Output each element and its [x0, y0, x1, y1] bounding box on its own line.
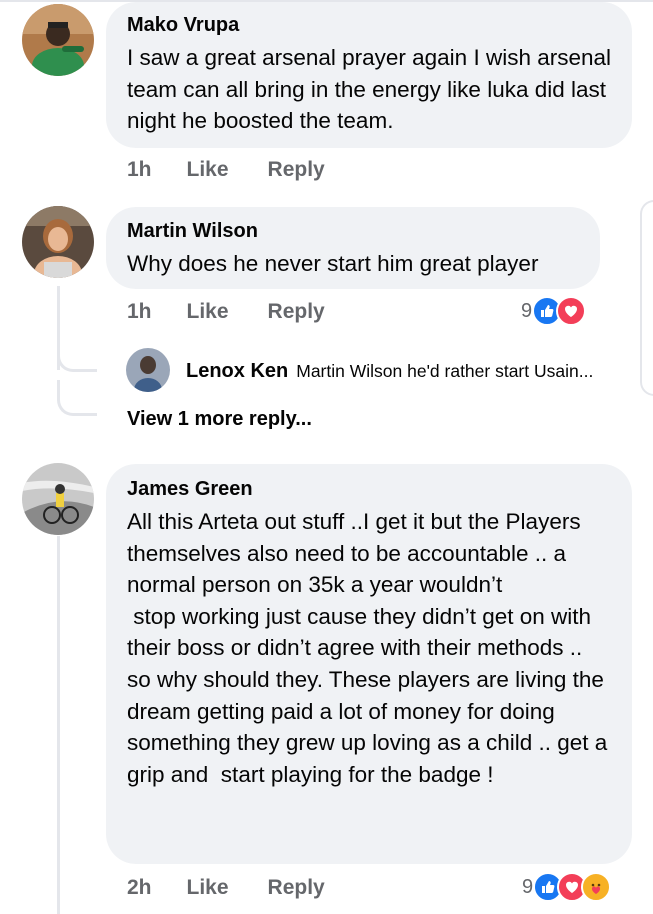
thread-connector-curve: [57, 380, 97, 416]
avatar[interactable]: [126, 348, 170, 392]
love-reaction-icon: [556, 296, 587, 326]
thread-connector-curve: [57, 340, 97, 372]
like-button[interactable]: Like: [187, 876, 229, 900]
avatar[interactable]: [22, 463, 94, 535]
adjacent-panel-edge: [640, 200, 653, 396]
reply-text: Martin Wilson he'd rather start Usain...: [296, 361, 594, 381]
like-button[interactable]: Like: [187, 300, 229, 324]
avatar[interactable]: [22, 206, 94, 278]
comment-actions: 2h Like Reply: [127, 876, 325, 900]
reaction-summary[interactable]: 9: [521, 296, 587, 326]
reply-button[interactable]: Reply: [268, 876, 325, 900]
comment-author[interactable]: Martin Wilson: [127, 220, 580, 242]
reply-button[interactable]: Reply: [268, 300, 325, 324]
comment-text: Why does he never start him great player: [127, 251, 539, 276]
avatar[interactable]: [22, 4, 94, 76]
comment-actions: 1h Like Reply: [127, 158, 325, 182]
reply-preview[interactable]: Lenox Ken Martin Wilson he'd rather star…: [186, 360, 593, 383]
like-button[interactable]: Like: [187, 158, 229, 182]
view-more-replies-link[interactable]: View 1 more reply...: [127, 408, 312, 431]
reply-author[interactable]: Lenox Ken: [186, 360, 288, 383]
comment-bubble: Mako Vrupa I saw a great arsenal prayer …: [106, 2, 632, 148]
comment-actions: 1h Like Reply: [127, 300, 325, 324]
reaction-count: 9: [521, 299, 533, 322]
comment-bubble: Martin Wilson Why does he never start hi…: [106, 207, 600, 289]
comment-timestamp[interactable]: 1h: [127, 300, 152, 324]
reply-button[interactable]: Reply: [268, 158, 325, 182]
reaction-count: 9: [522, 875, 534, 898]
comment-timestamp[interactable]: 1h: [127, 158, 152, 182]
thread-connector-line: [57, 536, 60, 914]
care-reaction-icon: [581, 872, 612, 902]
comment-author[interactable]: James Green: [127, 478, 612, 500]
comment-author[interactable]: Mako Vrupa: [127, 14, 612, 36]
comment-text: I saw a great arsenal prayer again I wis…: [127, 45, 618, 134]
reaction-summary[interactable]: 9: [522, 872, 612, 902]
comment-timestamp[interactable]: 2h: [127, 876, 152, 900]
comment-text: All this Arteta out stuff ..I get it but…: [127, 509, 608, 787]
comment-bubble: James Green All this Arteta out stuff ..…: [106, 464, 632, 864]
